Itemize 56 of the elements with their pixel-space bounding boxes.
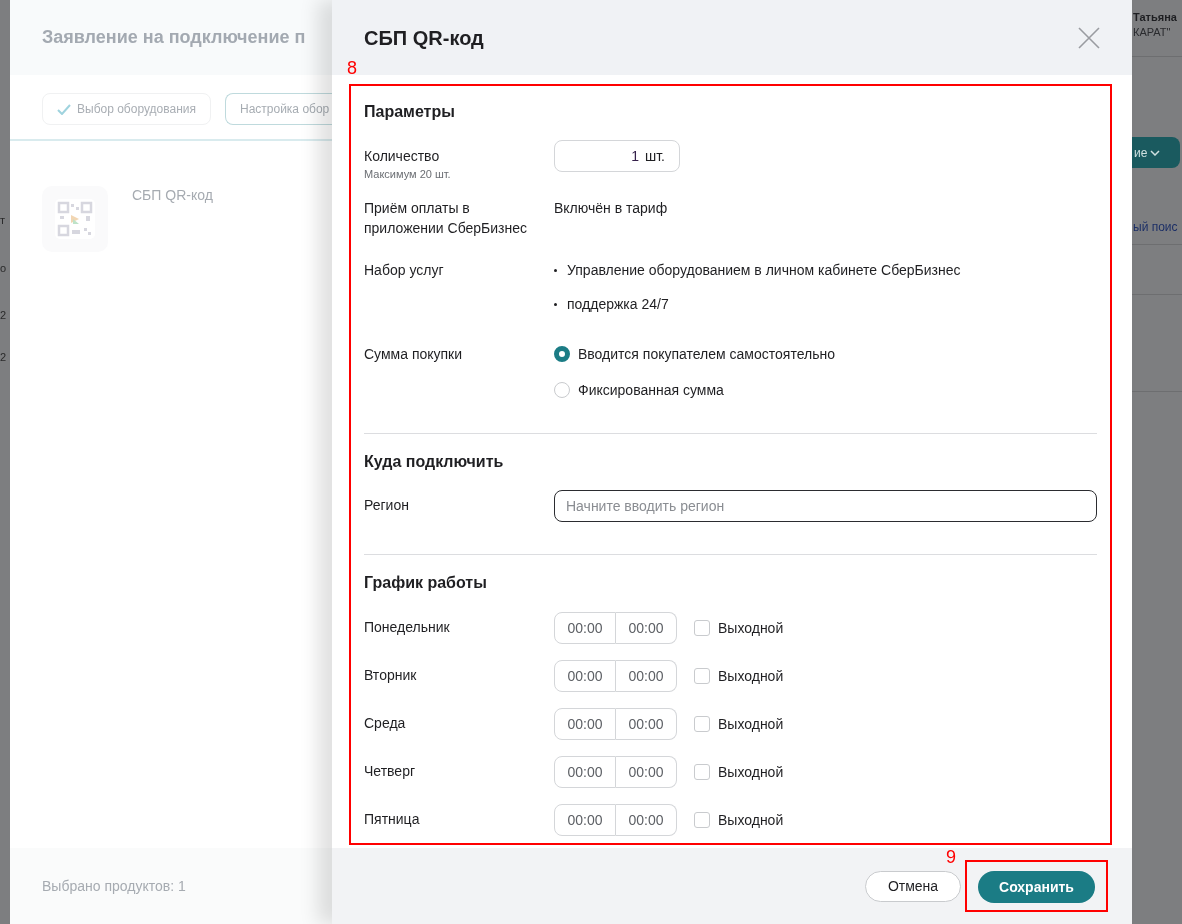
field-label: Регион [364, 496, 410, 515]
time-field[interactable]: 00:00 [554, 804, 616, 836]
table-cell: 2 [0, 308, 7, 322]
day-off-checkbox[interactable]: Выходной [694, 708, 784, 740]
day-off-checkbox[interactable]: Выходной [694, 756, 784, 788]
selected-count: Выбрано продуктов: 1 [42, 876, 186, 896]
drawer-title: Заявление на подключение п [42, 26, 306, 49]
section-heading: График работы [364, 573, 488, 593]
dropdown-button[interactable]: ие [1132, 137, 1180, 168]
chevron-down-icon [1150, 149, 1161, 156]
radio-option[interactable]: Фиксированная сумма [554, 380, 835, 400]
day-off-checkbox[interactable]: Выходной [694, 612, 784, 644]
bullet-icon [554, 302, 557, 306]
time-field[interactable]: 00:00 [554, 756, 616, 788]
table-cell: 2 [0, 350, 7, 364]
time-field[interactable]: 00:00 [616, 708, 677, 740]
save-button[interactable]: Сохранить [978, 871, 1095, 903]
day-label: Пятница [364, 810, 421, 829]
product-name: СБП QR-код [132, 186, 213, 205]
user-name: Татьяна [1133, 10, 1178, 25]
quantity-field[interactable]: 1 шт. [554, 140, 680, 172]
annotation-number: 9 [946, 846, 956, 868]
list-item: поддержка 24/7 [567, 295, 669, 314]
cancel-button[interactable]: Отмена [865, 870, 961, 902]
section-heading: Параметры [364, 102, 456, 122]
organization-name: КАРАТ" [1133, 25, 1172, 39]
day-off-checkbox[interactable]: Выходной [694, 804, 784, 836]
section-heading: Куда подключить [364, 452, 505, 472]
qr-code-icon [55, 199, 95, 239]
time-field[interactable]: 00:00 [616, 756, 677, 788]
day-off-checkbox[interactable]: Выходной [694, 660, 784, 692]
table-cell: т [0, 213, 6, 227]
field-label: Количество [364, 147, 441, 166]
day-label: Понедельник [364, 618, 451, 637]
dialog-title: СБП QR-код [364, 25, 484, 51]
field-hint: Максимум 20 шт. [364, 167, 452, 182]
field-value: Включён в тариф [554, 199, 668, 218]
time-field[interactable]: 00:00 [554, 660, 616, 692]
radio-option[interactable]: Вводится покупателем самостоятельно [554, 344, 835, 364]
field-label: Приём оплаты в приложении СберБизнес [364, 199, 529, 238]
close-icon[interactable] [1078, 26, 1100, 49]
region-field[interactable]: Начните вводить регион [554, 490, 1097, 522]
day-label: Среда [364, 714, 407, 733]
list-item: Управление оборудованием в личном кабинете СберБизнес [567, 261, 961, 280]
table-cell: о [0, 261, 7, 275]
time-field[interactable]: 00:00 [616, 612, 677, 644]
annotation-number: 8 [347, 57, 357, 79]
bullet-icon [554, 268, 557, 272]
time-field[interactable]: 00:00 [616, 660, 677, 692]
day-label: Вторник [364, 666, 418, 685]
field-label: Набор услуг [364, 261, 445, 280]
day-label: Четверг [364, 762, 417, 781]
time-field[interactable]: 00:00 [554, 708, 616, 740]
field-label: Сумма покупки [364, 345, 464, 364]
time-field[interactable]: 00:00 [616, 804, 677, 836]
time-field[interactable]: 00:00 [554, 612, 616, 644]
